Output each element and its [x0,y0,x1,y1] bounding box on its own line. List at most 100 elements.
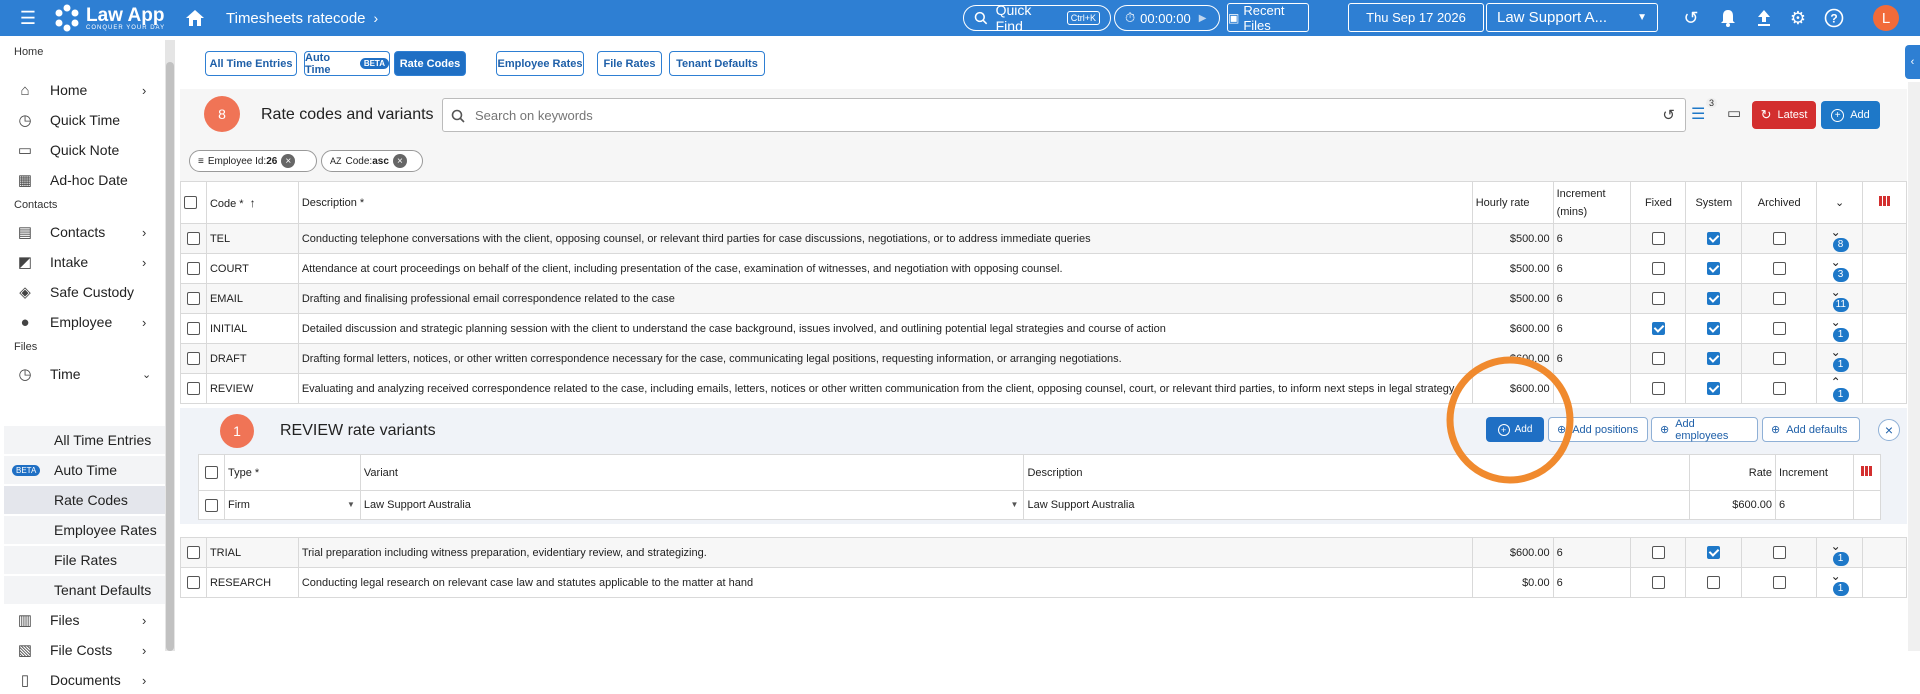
columns-icon[interactable] [1860,466,1873,476]
sidebar-item-employee-rates[interactable]: Employee Rates [4,516,165,544]
row-checkbox[interactable] [186,262,200,275]
variant-type-select[interactable]: Firm ▼ [223,490,361,520]
code-cell[interactable]: TEL [205,223,299,254]
select-cell[interactable] [180,223,207,254]
variant-description-cell[interactable]: Law Support Australia [1023,490,1691,520]
description-cell[interactable]: Attendance at court proceedings on behal… [297,253,1473,284]
column-variant-increment[interactable]: Increment [1775,454,1854,491]
scrollbar-thumb[interactable] [166,62,174,651]
sidebar-scrollbar[interactable] [165,40,175,651]
tenant-select[interactable]: Law Support A... ▼ [1486,3,1658,32]
increment-cell[interactable]: 6 [1552,313,1632,344]
chevron-down-icon[interactable]: ⌄ [1831,345,1841,359]
archived-cell[interactable] [1741,313,1818,344]
chevron-down-icon[interactable]: ⌄ [1831,285,1841,299]
sidebar-item-home[interactable]: ⌂ Home › [0,76,146,104]
chevron-down-icon[interactable]: ⌄ [1831,569,1841,583]
tab-employee-rates[interactable]: Employee Rates [496,51,584,76]
system-checkbox[interactable] [1707,232,1721,245]
archived-checkbox[interactable] [1772,322,1786,335]
select-cell[interactable] [180,253,207,284]
system-checkbox[interactable] [1707,322,1721,335]
system-cell[interactable] [1685,567,1743,598]
description-cell[interactable]: Conducting legal research on relevant ca… [297,567,1473,598]
fixed-checkbox[interactable] [1651,576,1665,589]
sidebar-item-time[interactable]: ◷ Time ⌄ [0,360,151,388]
code-cell[interactable]: DRAFT [205,343,299,374]
sidebar-item-auto-time[interactable]: BETA Auto Time [4,456,165,484]
system-cell[interactable] [1685,283,1743,314]
row-checkbox[interactable] [186,382,200,395]
fixed-cell[interactable] [1630,537,1687,568]
sidebar-item-contacts[interactable]: ▤ Contacts › [0,218,146,246]
system-checkbox[interactable] [1707,292,1721,305]
expand-cell[interactable]: ⌄ 3 [1816,253,1864,284]
column-variant-description[interactable]: Description [1023,454,1691,491]
sidebar-item-rate-codes[interactable]: Rate Codes [4,486,165,514]
system-cell[interactable] [1685,313,1743,344]
row-checkbox[interactable] [186,292,200,305]
increment-cell[interactable]: 6 [1552,567,1632,598]
hourly-rate-cell[interactable]: $0.00 [1471,567,1554,598]
archived-checkbox[interactable] [1772,546,1786,559]
menu-icon[interactable]: ☰ [18,8,38,28]
page-scrollbar[interactable] [1908,82,1920,651]
system-cell[interactable] [1685,253,1743,284]
column-settings-cell[interactable] [1862,181,1907,224]
date-button[interactable]: Thu Sep 17 2026 [1348,3,1484,32]
row-checkbox[interactable] [186,322,200,335]
table-row[interactable]: DRAFT Drafting formal letters, notices, o… [180,343,1907,374]
fixed-checkbox[interactable] [1651,352,1665,365]
add-defaults-button[interactable]: ⊕ Add defaults [1762,417,1860,442]
quick-find-button[interactable]: Quick Find Ctrl+K [963,2,1111,34]
add-button[interactable]: + Add [1821,101,1880,129]
row-checkbox[interactable] [186,576,200,589]
system-checkbox[interactable] [1707,382,1721,395]
row-checkbox[interactable] [186,352,200,365]
column-type[interactable]: Type * [223,454,361,491]
description-cell[interactable]: Evaluating and analyzing received corres… [297,373,1473,404]
increment-cell[interactable]: 6 [1552,283,1632,314]
fixed-checkbox[interactable] [1651,262,1665,275]
increment-cell[interactable]: 6 [1552,223,1632,254]
archived-cell[interactable] [1741,283,1818,314]
code-cell[interactable]: COURT [205,253,299,284]
archived-cell[interactable] [1741,343,1818,374]
variant-increment-cell[interactable]: 6 [1775,490,1854,520]
column-hourly-rate[interactable]: Hourly rate [1471,181,1554,224]
select-cell[interactable] [180,313,207,344]
archived-cell[interactable] [1741,253,1818,284]
column-description[interactable]: Description * [297,181,1473,224]
tab-file-rates[interactable]: File Rates [597,51,662,76]
row-checkbox[interactable] [186,232,200,245]
archived-cell[interactable] [1741,373,1818,404]
sidebar-item-tenant-defaults[interactable]: Tenant Defaults [4,576,165,604]
select-all-checkbox[interactable] [184,196,197,209]
fixed-cell[interactable] [1630,223,1687,254]
column-rate[interactable]: Rate [1689,454,1776,491]
description-cell[interactable]: Drafting formal letters, notices, or oth… [297,343,1473,374]
fixed-cell[interactable] [1630,313,1687,344]
description-cell[interactable]: Trial preparation including witness prep… [297,537,1473,568]
hourly-rate-cell[interactable]: $500.00 [1471,283,1554,314]
chevron-down-icon[interactable]: ⌄ [1831,539,1841,553]
hourly-rate-cell[interactable]: $600.00 [1471,537,1554,568]
description-cell[interactable]: Conducting telephone conversations with … [297,223,1473,254]
hourly-rate-cell[interactable]: $500.00 [1471,223,1554,254]
table-row[interactable]: RESEARCH Conducting legal research on rel… [180,567,1907,598]
history-icon[interactable]: ↺ [1662,106,1675,124]
play-icon[interactable]: ▶ [1199,13,1207,24]
fixed-checkbox[interactable] [1651,322,1665,335]
archived-cell[interactable] [1741,567,1818,598]
system-cell[interactable] [1685,537,1743,568]
expand-all-cell[interactable]: ⌄ [1816,181,1864,224]
code-cell[interactable]: TRIAL [205,537,299,568]
archived-checkbox[interactable] [1772,576,1786,589]
column-system[interactable]: System [1685,181,1743,224]
close-icon[interactable]: × [392,154,407,168]
table-row[interactable]: INITIAL Detailed discussion and strategic… [180,313,1907,344]
variant-select[interactable]: Law Support Australia ▼ [359,490,1025,520]
upload-icon[interactable] [1753,7,1775,29]
table-row[interactable]: REVIEW Evaluating and analyzing received … [180,373,1907,404]
logo[interactable]: Law App CONQUER YOUR DAY [52,2,177,34]
